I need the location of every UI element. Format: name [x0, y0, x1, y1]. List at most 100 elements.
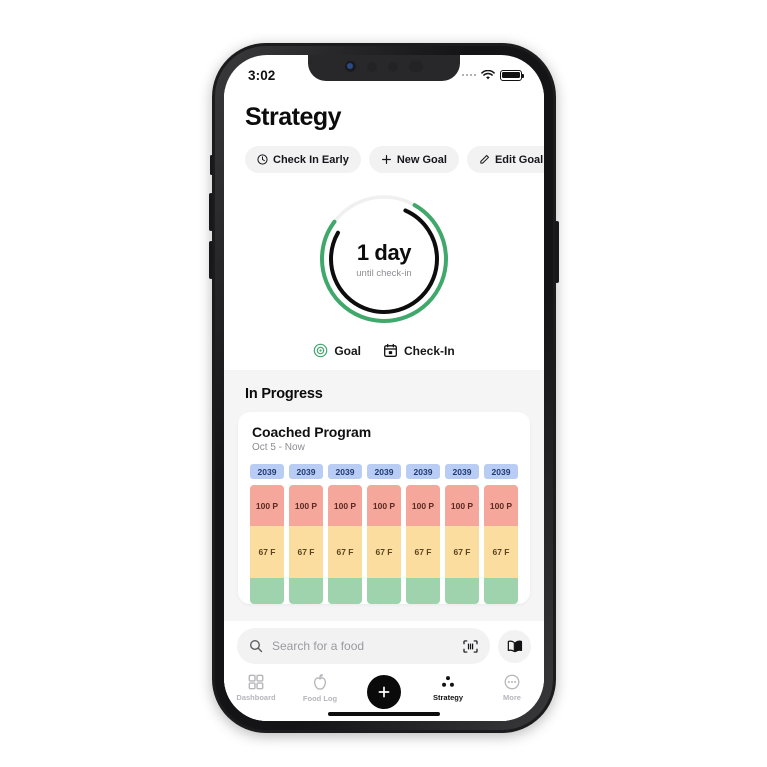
- ring-value: 1 day: [356, 239, 412, 265]
- macro-column[interactable]: 2039 100 P 67 F: [484, 464, 518, 604]
- carb-segment: [289, 578, 323, 604]
- protein-segment: 100 P: [328, 485, 362, 526]
- carb-segment: [328, 578, 362, 604]
- app-container: 3:02 Strategy Check In Early New Goal Ed…: [224, 55, 544, 721]
- check-in-ring[interactable]: 1 day until check-in: [314, 189, 454, 329]
- macro-column[interactable]: 2039 100 P 67 F: [328, 464, 362, 604]
- phone-frame: 3:02 Strategy Check In Early New Goal Ed…: [209, 43, 559, 733]
- carb-segment: [406, 578, 440, 604]
- tab-dashboard[interactable]: Dashboard: [227, 674, 285, 702]
- legend-goal[interactable]: Goal: [313, 343, 361, 358]
- protein-segment: 100 P: [484, 485, 518, 526]
- legend-check-in[interactable]: Check-In: [383, 343, 455, 358]
- plus-icon: [378, 686, 390, 698]
- notch: [308, 55, 460, 81]
- wifi-icon: [481, 69, 495, 81]
- target-icon: [314, 343, 328, 358]
- carb-segment: [250, 578, 284, 604]
- phone-screen: 3:02 Strategy Check In Early New Goal Ed…: [224, 55, 544, 721]
- fat-segment: 67 F: [250, 526, 284, 578]
- check-in-ring-wrap: 1 day until check-in: [224, 173, 544, 329]
- legend-label: Goal: [334, 343, 361, 358]
- power-button[interactable]: [555, 221, 559, 283]
- earpiece-speaker-icon: [409, 61, 423, 72]
- battery-full-icon: [500, 69, 524, 81]
- coached-program-card[interactable]: Coached Program Oct 5 - Now 2039 100 P 6…: [238, 412, 530, 604]
- sensor-dot-icon: [388, 61, 398, 72]
- protein-segment: 100 P: [367, 485, 401, 526]
- tab-label: More: [503, 693, 521, 702]
- signal-dots-icon: [461, 73, 476, 77]
- hero-section: Strategy Check In Early New Goal Edit Go…: [224, 89, 544, 370]
- ring-center-text: 1 day until check-in: [314, 189, 454, 329]
- ellipsis-circle-icon: [504, 674, 520, 690]
- plus-icon: [381, 155, 391, 164]
- calorie-badge: 2039: [445, 464, 479, 479]
- food-search-row: Search for a food: [224, 621, 544, 671]
- calendar-icon: [384, 343, 397, 357]
- volume-down-button[interactable]: [209, 241, 213, 279]
- chip-edit-goal[interactable]: Edit Goal: [466, 146, 544, 173]
- page-title: Strategy: [245, 103, 342, 131]
- card-title: Coached Program: [252, 424, 372, 440]
- grid-icon: [248, 674, 264, 690]
- search-icon: [249, 639, 263, 653]
- volume-up-button[interactable]: [209, 193, 213, 231]
- protein-segment: 100 P: [250, 485, 284, 526]
- carb-segment: [367, 578, 401, 604]
- tab-add-fab[interactable]: [355, 674, 413, 712]
- calorie-badge: 2039: [406, 464, 440, 479]
- status-bar-indicators: [461, 69, 524, 81]
- tab-more[interactable]: More: [483, 674, 541, 702]
- calorie-badge: 2039: [250, 464, 284, 479]
- chip-label: Edit Goal: [494, 153, 544, 166]
- calorie-badge: 2039: [367, 464, 401, 479]
- macro-column[interactable]: 2039 100 P 67 F: [289, 464, 323, 604]
- legend-label: Check-In: [403, 343, 455, 358]
- card-subtitle: Oct 5 - Now: [252, 442, 305, 453]
- ring-legend: Goal Check-In: [224, 329, 544, 358]
- status-bar-time: 3:02: [248, 67, 276, 83]
- fat-segment: 67 F: [484, 526, 518, 578]
- quick-action-chips: Check In Early New Goal Edit Goal: [224, 132, 544, 173]
- silent-switch[interactable]: [210, 155, 213, 175]
- macro-column[interactable]: 2039 100 P 67 F: [445, 464, 479, 604]
- apple-icon: [313, 674, 327, 690]
- add-button[interactable]: [367, 675, 401, 709]
- carb-segment: [484, 578, 518, 604]
- chip-new-goal[interactable]: New Goal: [368, 146, 459, 173]
- sensor-dot-icon: [367, 61, 377, 72]
- tab-label: Dashboard: [236, 693, 276, 702]
- macro-bars: 2039 100 P 67 F 2039 100 P 67 F 2039 100…: [238, 453, 530, 604]
- ring-caption: until check-in: [356, 267, 412, 279]
- fat-segment: 67 F: [328, 526, 362, 578]
- chip-check-in-early[interactable]: Check In Early: [245, 146, 361, 173]
- protein-segment: 100 P: [289, 485, 323, 526]
- tab-food-log[interactable]: Food Log: [291, 674, 349, 703]
- search-placeholder: Search for a food: [272, 639, 365, 653]
- home-indicator[interactable]: [328, 712, 440, 716]
- chip-label: New Goal: [396, 153, 447, 166]
- chip-label: Check In Early: [273, 153, 349, 166]
- search-input[interactable]: Search for a food: [237, 628, 490, 664]
- pencil-icon: [480, 154, 489, 164]
- fat-segment: 67 F: [367, 526, 401, 578]
- carb-segment: [445, 578, 479, 604]
- dots-triangle-icon: [442, 676, 454, 687]
- section-title: In Progress: [245, 386, 323, 402]
- macro-column[interactable]: 2039 100 P 67 F: [367, 464, 401, 604]
- tab-label: Strategy: [432, 693, 463, 702]
- screenshot-root: 3:02 Strategy Check In Early New Goal Ed…: [0, 0, 767, 767]
- clock-icon: [257, 154, 268, 165]
- barcode-scan-icon: [463, 639, 478, 653]
- protein-segment: 100 P: [445, 485, 479, 526]
- macro-column[interactable]: 2039 100 P 67 F: [406, 464, 440, 604]
- recipe-book-button[interactable]: [498, 629, 531, 663]
- tab-label: Food Log: [302, 694, 338, 703]
- fat-segment: 67 F: [406, 526, 440, 578]
- fat-segment: 67 F: [445, 526, 479, 578]
- macro-column[interactable]: 2039 100 P 67 F: [250, 464, 284, 604]
- tab-strategy[interactable]: Strategy: [419, 674, 477, 702]
- calorie-badge: 2039: [484, 464, 518, 479]
- protein-segment: 100 P: [406, 485, 440, 526]
